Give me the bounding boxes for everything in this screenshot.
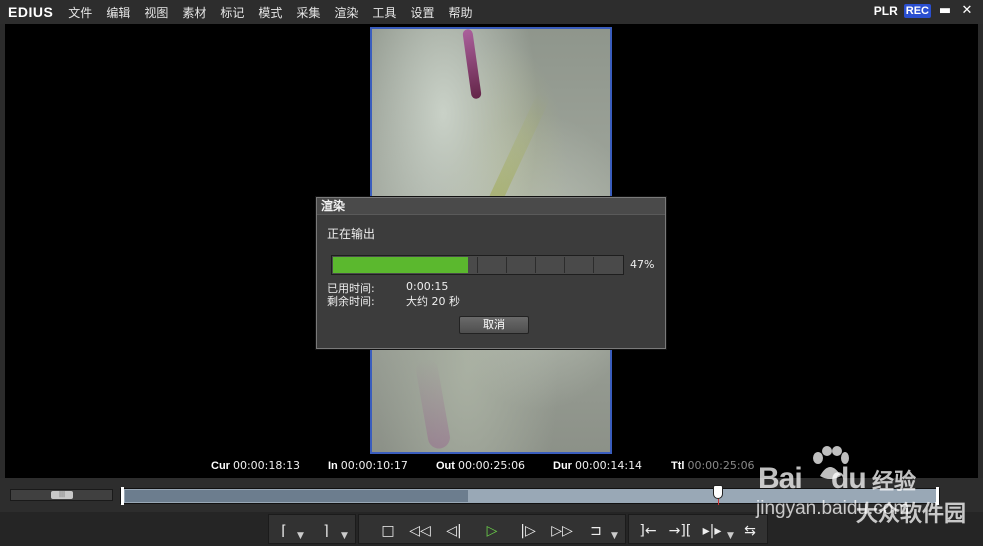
edit-group: ]← →][ ▸|▸ ▼ ⇆ — [628, 514, 768, 544]
remaining-value: 大约 20 秒 — [406, 295, 460, 308]
play-icon[interactable]: ▷ — [479, 521, 505, 541]
out-point-icon[interactable]: ⌉ — [313, 521, 339, 541]
cancel-button[interactable]: 取消 — [459, 316, 529, 334]
minimize-icon[interactable]: ▬ — [937, 4, 953, 18]
smoke-trail — [487, 91, 551, 207]
remaining-label: 剩余时间: — [327, 295, 375, 308]
progress-fill — [333, 257, 468, 273]
chevron-down-icon[interactable]: ▼ — [297, 531, 304, 541]
playhead-handle[interactable] — [713, 485, 723, 499]
menu-render[interactable]: 渲染 — [333, 3, 359, 22]
output-icon[interactable]: ⇆ — [737, 521, 763, 541]
chevron-down-icon[interactable]: ▼ — [341, 531, 348, 541]
timecode-in: In 00:00:10:17 — [328, 459, 408, 472]
render-status: 正在输出 — [327, 227, 376, 241]
position-bar-end — [936, 487, 939, 505]
menu-bar: EDIUS 文件 编辑 视图 素材 标记 模式 采集 渲染 工具 设置 帮助 P… — [0, 0, 983, 24]
window-controls: PLR REC ▬ ✕ — [874, 4, 975, 18]
dialog-title: 渲染 — [317, 198, 665, 215]
close-icon[interactable]: ✕ — [959, 4, 975, 18]
smoke-trail — [462, 28, 482, 100]
progress-segment — [593, 257, 594, 273]
menu-tools[interactable]: 工具 — [371, 3, 397, 22]
menu-settings[interactable]: 设置 — [409, 3, 435, 22]
plr-mode-button[interactable]: PLR — [874, 4, 898, 18]
loop-icon[interactable]: ⊐ — [583, 521, 609, 541]
menu-mode[interactable]: 模式 — [257, 3, 283, 22]
menu-file[interactable]: 文件 — [67, 3, 93, 22]
rec-mode-button[interactable]: REC — [903, 4, 931, 18]
render-progress-bar — [331, 255, 624, 275]
menu-edit[interactable]: 编辑 — [105, 3, 131, 22]
zoom-slider[interactable]: ||| — [10, 489, 113, 501]
zoom-slider-thumb[interactable]: ||| — [51, 491, 73, 499]
menu-marker[interactable]: 标记 — [219, 3, 245, 22]
timecode-cur: Cur 00:00:18:13 — [211, 459, 301, 472]
menu-help[interactable]: 帮助 — [447, 3, 473, 22]
timecode-ttl: Ttl 00:00:25:06 — [671, 459, 755, 472]
menu-capture[interactable]: 采集 — [295, 3, 321, 22]
chevron-down-icon[interactable]: ▼ — [611, 531, 618, 541]
timeline-area: ||| — [0, 478, 983, 512]
elapsed-value: 0:00:15 — [406, 280, 449, 293]
fast-forward-icon[interactable]: ▷▷ — [549, 521, 575, 541]
step-forward-icon[interactable]: |▷ — [515, 521, 541, 541]
render-dialog: 渲染 正在输出 47% 已用时间: 0:00:15 剩余时间: 大约 20 秒 … — [316, 197, 666, 349]
stop-icon[interactable]: □ — [375, 521, 401, 541]
playback-group: □ ◁◁ ◁| ▷ |▷ ▷▷ ⊐ ▼ — [358, 514, 626, 544]
insert-icon[interactable]: ]← — [635, 521, 661, 541]
marker-group: ⌈ ▼ ⌉ ▼ — [268, 514, 356, 544]
smoke-trail — [414, 357, 452, 451]
position-bar[interactable] — [120, 485, 940, 505]
transport-bar: ⌈ ▼ ⌉ ▼ □ ◁◁ ◁| ▷ |▷ ▷▷ ⊐ ▼ ]← →][ ▸|▸ ▼… — [0, 512, 983, 546]
overwrite-icon[interactable]: →][ — [667, 521, 693, 541]
progress-segment — [535, 257, 536, 273]
menu-view[interactable]: 视图 — [143, 3, 169, 22]
menu-clip[interactable]: 素材 — [181, 3, 207, 22]
position-bar-start — [121, 487, 124, 505]
step-back-icon[interactable]: ◁| — [441, 521, 467, 541]
split-icon[interactable]: ▸|▸ — [699, 521, 725, 541]
timecode-out: Out 00:00:25:06 — [436, 459, 526, 472]
progress-segment — [506, 257, 507, 273]
progress-segment — [477, 257, 478, 273]
timecode-bar: Cur 00:00:18:13 In 00:00:10:17 Out 00:00:25… — [0, 459, 983, 473]
rewind-icon[interactable]: ◁◁ — [407, 521, 433, 541]
timecode-dur: Dur 00:00:14:14 — [553, 459, 643, 472]
in-out-range — [125, 490, 468, 502]
progress-segment — [564, 257, 565, 273]
progress-percent: 47% — [630, 258, 655, 271]
chevron-down-icon[interactable]: ▼ — [727, 531, 734, 541]
app-logo: EDIUS — [8, 4, 54, 20]
in-point-icon[interactable]: ⌈ — [271, 521, 297, 541]
